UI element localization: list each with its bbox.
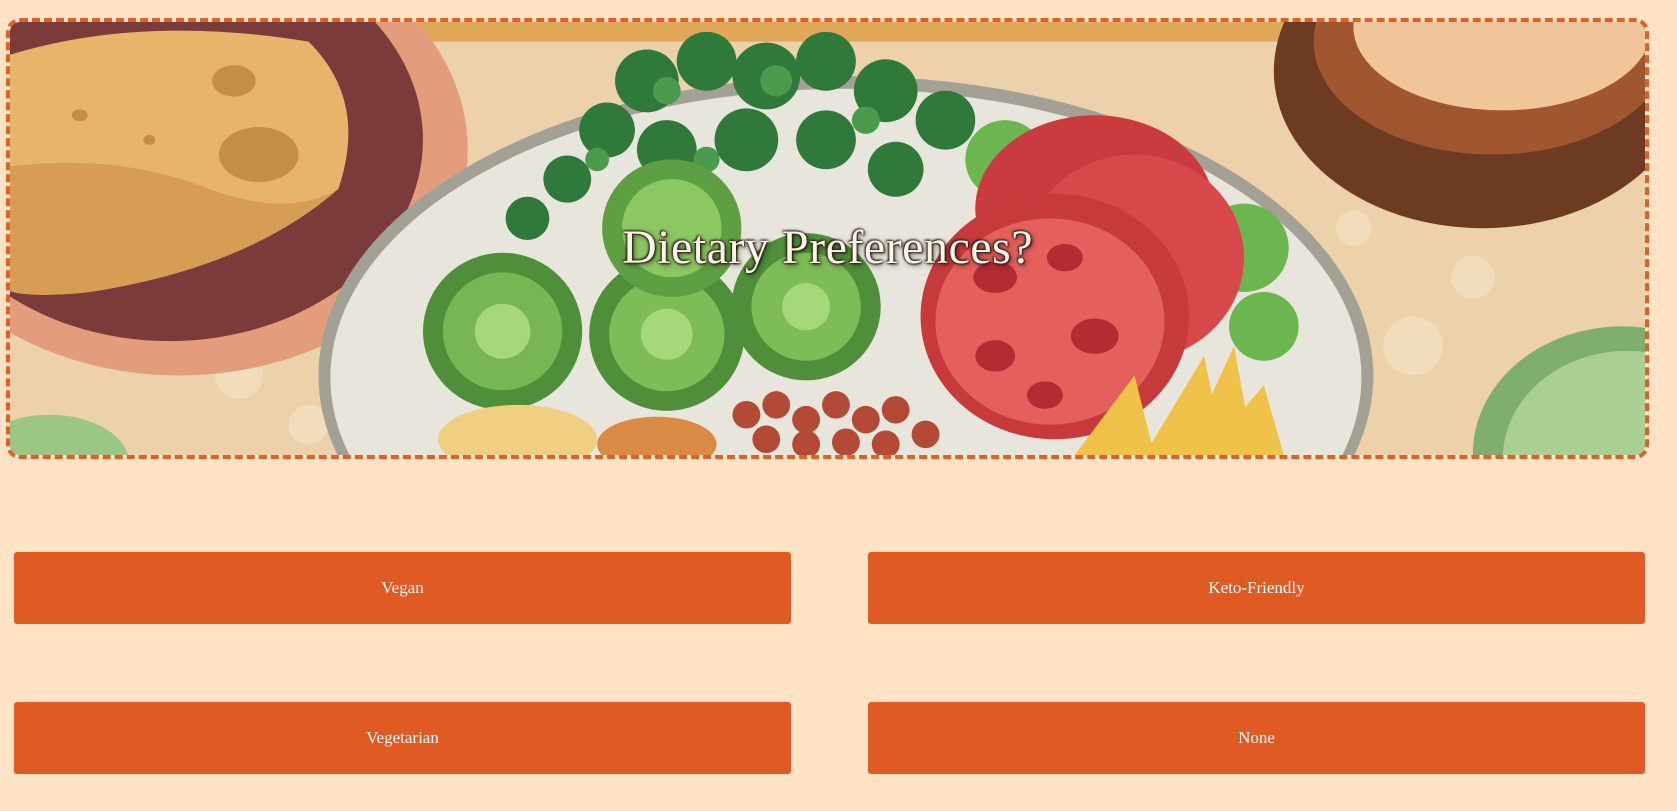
vegetarian-button[interactable]: Vegetarian: [14, 702, 791, 774]
none-button[interactable]: None: [868, 702, 1645, 774]
vegan-button[interactable]: Vegan: [14, 552, 791, 624]
food-illustration: [10, 22, 1645, 455]
keto-friendly-button[interactable]: Keto-Friendly: [868, 552, 1645, 624]
hero-banner: Dietary Preferences?: [6, 18, 1649, 459]
